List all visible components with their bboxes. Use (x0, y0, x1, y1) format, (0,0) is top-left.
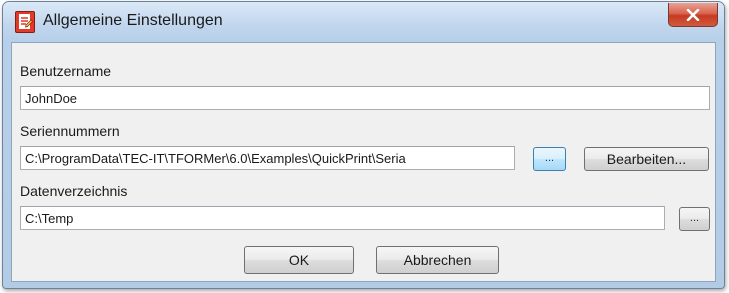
serial-numbers-label: Seriennummern (20, 123, 120, 139)
username-field[interactable]: JohnDoe (20, 86, 710, 110)
close-icon (686, 8, 700, 21)
data-directory-field[interactable]: C:\Temp (20, 206, 665, 230)
settings-dialog: Allgemeine Einstellungen Benutzername Jo… (2, 1, 725, 289)
serial-edit-button[interactable]: Bearbeiten... (584, 147, 709, 171)
cancel-button[interactable]: Abbrechen (376, 246, 499, 274)
close-button[interactable] (668, 3, 718, 27)
document-icon (15, 11, 35, 33)
data-directory-browse-button[interactable]: ... (679, 207, 710, 231)
window-title: Allgemeine Einstellungen (43, 12, 223, 29)
data-directory-label: Datenverzeichnis (20, 183, 128, 199)
serial-numbers-field[interactable]: C:\ProgramData\TEC-IT\TFORMer\6.0\Exampl… (20, 146, 515, 170)
username-label: Benutzername (20, 63, 112, 79)
ok-button[interactable]: OK (244, 246, 354, 274)
serial-browse-button[interactable]: ... (533, 147, 566, 171)
title-bar[interactable]: Allgemeine Einstellungen (3, 2, 724, 42)
dialog-client-area: Benutzername JohnDoe Seriennummern C:\Pr… (11, 42, 716, 282)
